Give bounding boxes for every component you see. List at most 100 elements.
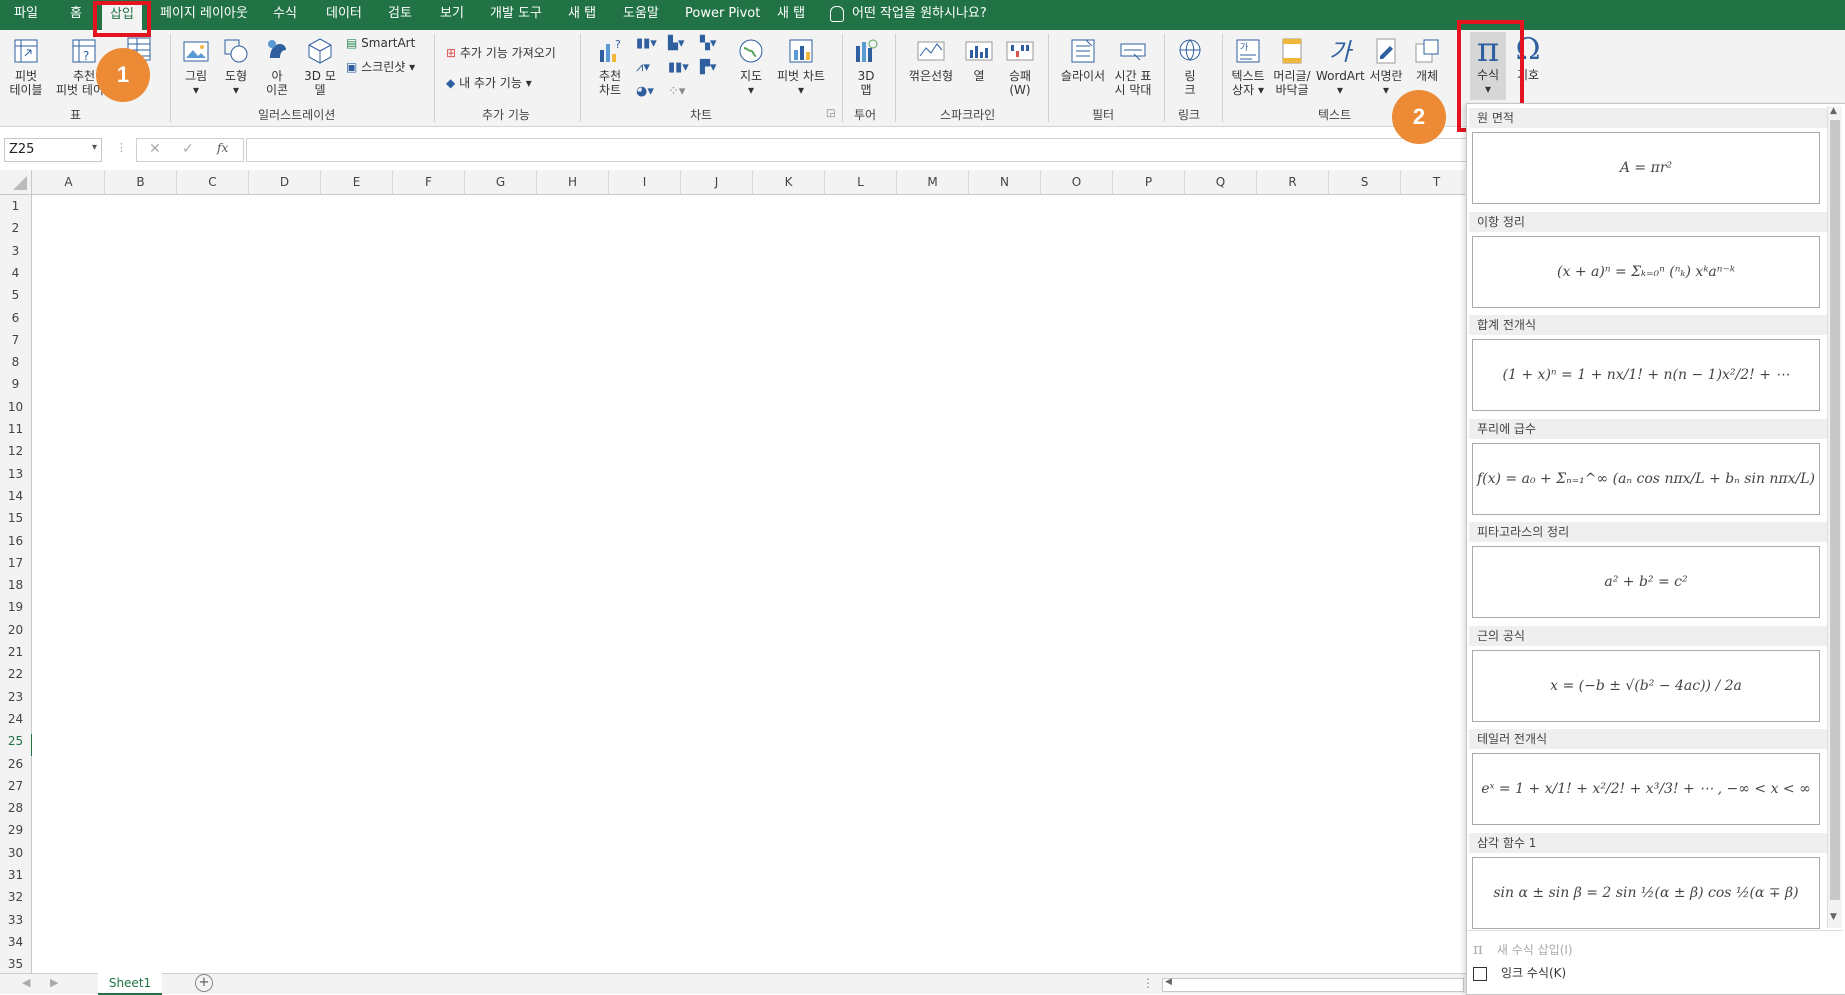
equation-preset[interactable]: eˣ = 1 + x/1! + x²/2! + x³/3! + ⋯ , −∞ <… bbox=[1472, 753, 1820, 825]
column-header[interactable]: J bbox=[681, 170, 753, 194]
row-header[interactable]: 8 bbox=[0, 355, 31, 377]
horizontal-scrollbar[interactable]: ◀ bbox=[1162, 977, 1464, 992]
row-header[interactable]: 12 bbox=[0, 444, 31, 466]
stat-chart-button[interactable]: ▮▮▾ bbox=[668, 60, 689, 75]
column-header[interactable]: M bbox=[897, 170, 969, 194]
column-header[interactable]: P bbox=[1113, 170, 1185, 194]
combo-chart-button[interactable]: ▛▾ bbox=[700, 60, 717, 75]
column-header[interactable]: N bbox=[969, 170, 1041, 194]
tab-home[interactable]: 홈 bbox=[70, 0, 82, 30]
scatter-chart-button[interactable]: ⁘▾ bbox=[668, 84, 685, 99]
row-header[interactable]: 2 bbox=[0, 221, 31, 243]
column-header[interactable]: F bbox=[393, 170, 465, 194]
maps-button[interactable]: 지도 ▾ bbox=[736, 36, 766, 97]
equation-preset[interactable]: A = πr² bbox=[1472, 132, 1820, 204]
sparkline-column-button[interactable]: 열 bbox=[962, 36, 996, 83]
insert-function-icon[interactable]: fx bbox=[217, 141, 228, 155]
tab-new-1[interactable]: 새 탭 bbox=[568, 0, 596, 30]
row-header[interactable]: 17 bbox=[0, 556, 31, 578]
tab-new-2[interactable]: 새 탭 bbox=[777, 0, 805, 30]
row-header[interactable]: 9 bbox=[0, 377, 31, 399]
row-header[interactable]: 33 bbox=[0, 913, 31, 935]
row-header[interactable]: 5 bbox=[0, 288, 31, 310]
new-equation-menu-item[interactable]: π 새 수식 삽입(I) bbox=[1473, 940, 1573, 958]
row-header[interactable]: 6 bbox=[0, 311, 31, 333]
smartart-button[interactable]: ▤ SmartArt bbox=[346, 36, 415, 50]
row-header[interactable]: 30 bbox=[0, 846, 31, 868]
row-header[interactable]: 10 bbox=[0, 400, 31, 422]
row-header[interactable]: 25 bbox=[0, 734, 33, 757]
timeline-button[interactable]: 시간 표 시 막대 bbox=[1112, 36, 1154, 97]
header-footer-button[interactable]: 머리글/ 바닥글 bbox=[1270, 36, 1314, 97]
charts-dialog-launcher-icon[interactable]: ◲ bbox=[826, 108, 835, 119]
column-header[interactable]: R bbox=[1257, 170, 1329, 194]
equation-preset[interactable]: (x + a)ⁿ = Σₖ₌₀ⁿ (ⁿₖ) xᵏaⁿ⁻ᵏ bbox=[1472, 235, 1820, 308]
row-header[interactable]: 26 bbox=[0, 757, 31, 779]
row-header[interactable]: 7 bbox=[0, 333, 31, 355]
column-header[interactable]: I bbox=[609, 170, 681, 194]
tab-help[interactable]: 도움말 bbox=[623, 0, 659, 30]
select-all-corner[interactable] bbox=[0, 170, 32, 194]
row-header[interactable]: 3 bbox=[0, 244, 31, 266]
equation-preset[interactable]: a² + b² = c² bbox=[1472, 546, 1820, 618]
tab-data[interactable]: 데이터 bbox=[326, 0, 362, 30]
row-header[interactable]: 32 bbox=[0, 890, 31, 912]
column-header[interactable]: E bbox=[321, 170, 393, 194]
row-header[interactable]: 11 bbox=[0, 422, 31, 444]
column-header[interactable]: T bbox=[1401, 170, 1473, 194]
row-header[interactable]: 24 bbox=[0, 712, 31, 734]
column-header[interactable]: S bbox=[1329, 170, 1401, 194]
splitter-icon[interactable]: ⋮ bbox=[1142, 976, 1154, 990]
column-header[interactable]: L bbox=[825, 170, 897, 194]
shapes-button[interactable]: 도형 ▾ bbox=[218, 36, 254, 97]
tab-view[interactable]: 보기 bbox=[440, 0, 464, 30]
pie-chart-button[interactable]: ◕▾ bbox=[636, 84, 654, 99]
row-header[interactable]: 29 bbox=[0, 823, 31, 845]
column-header[interactable]: B bbox=[105, 170, 177, 194]
column-header[interactable]: Q bbox=[1185, 170, 1257, 194]
slicer-button[interactable]: 슬라이서 bbox=[1056, 36, 1110, 83]
signature-line-button[interactable]: 서명란 ▾ bbox=[1366, 36, 1406, 97]
sparkline-winloss-button[interactable]: 승패 (W) bbox=[1002, 36, 1038, 97]
waterfall-chart-button[interactable]: ▚▾ bbox=[700, 36, 717, 51]
row-header[interactable]: 18 bbox=[0, 578, 31, 600]
row-header[interactable]: 15 bbox=[0, 511, 31, 533]
row-header[interactable]: 27 bbox=[0, 779, 31, 801]
gallery-scrollbar[interactable]: ▲ ▼ bbox=[1827, 106, 1842, 928]
column-header[interactable]: C bbox=[177, 170, 249, 194]
scroll-up-icon[interactable]: ▲ bbox=[1830, 106, 1837, 116]
picture-button[interactable]: 그림 ▾ bbox=[178, 36, 214, 97]
object-button[interactable]: 개체 bbox=[1410, 36, 1444, 83]
pivot-table-button[interactable]: 피벗 테이블 bbox=[4, 36, 48, 97]
3d-models-button[interactable]: 3D 모 델 bbox=[300, 36, 340, 97]
pivot-chart-button[interactable]: 피벗 차트 ▾ bbox=[774, 36, 828, 97]
ink-equation-menu-item[interactable]: 잉크 수식(K) bbox=[1473, 964, 1566, 981]
row-header[interactable]: 4 bbox=[0, 266, 31, 288]
hierarchy-chart-button[interactable]: ▙▾ bbox=[668, 36, 685, 51]
row-header[interactable]: 14 bbox=[0, 489, 31, 511]
row-header[interactable]: 20 bbox=[0, 623, 31, 645]
column-header[interactable]: K bbox=[753, 170, 825, 194]
row-header[interactable]: 19 bbox=[0, 600, 31, 622]
equation-preset[interactable]: sin α ± sin β = 2 sin ½(α ± β) cos ½(α ∓… bbox=[1472, 856, 1820, 929]
equation-preset[interactable]: x = (−b ± √(b² − 4ac)) / 2a bbox=[1472, 649, 1820, 722]
formula-input[interactable] bbox=[246, 138, 1470, 162]
column-header[interactable]: G bbox=[465, 170, 537, 194]
my-addins-button[interactable]: ◆ 내 추가 기능 ▾ bbox=[446, 74, 532, 91]
tab-page-layout[interactable]: 페이지 레이아웃 bbox=[160, 0, 248, 30]
scroll-thumb[interactable] bbox=[1830, 120, 1840, 900]
recommended-charts-button[interactable]: ? 추천 차트 bbox=[590, 36, 630, 97]
wordart-button[interactable]: 가 WordArt ▾ bbox=[1316, 36, 1365, 97]
column-header[interactable]: A bbox=[33, 170, 105, 194]
column-header[interactable]: D bbox=[249, 170, 321, 194]
row-header[interactable]: 22 bbox=[0, 667, 31, 689]
column-header[interactable]: O bbox=[1041, 170, 1113, 194]
tab-file[interactable]: 파일 bbox=[14, 0, 38, 30]
column-chart-button[interactable]: ▮▮▾ bbox=[636, 36, 657, 51]
scroll-down-icon[interactable]: ▼ bbox=[1830, 912, 1837, 922]
cancel-icon[interactable]: ✕ bbox=[149, 141, 161, 157]
row-header[interactable]: 21 bbox=[0, 645, 31, 667]
tell-me-box[interactable]: 어떤 작업을 원하시나요? bbox=[830, 0, 987, 30]
row-header[interactable]: 28 bbox=[0, 801, 31, 823]
equation-preset[interactable]: (1 + x)ⁿ = 1 + nx/1! + n(n − 1)x²/2! + ⋯ bbox=[1472, 339, 1820, 411]
